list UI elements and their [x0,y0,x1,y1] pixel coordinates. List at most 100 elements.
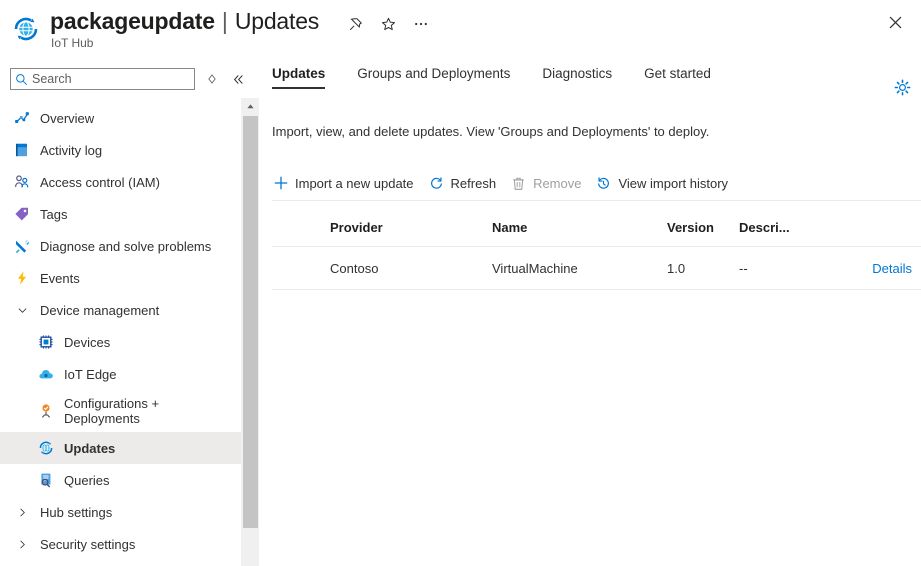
command-label: Refresh [451,176,497,191]
sidebar-item-label: Diagnose and solve problems [40,239,211,254]
sidebar-group-security-settings[interactable]: Security settings [0,528,241,560]
table-row[interactable]: Contoso VirtualMachine 1.0 -- Details [272,247,921,290]
search-icon [15,73,28,86]
tag-icon [14,206,30,222]
events-lightning-icon [14,270,30,286]
command-label: Import a new update [295,176,414,191]
sidebar-group-hub-settings[interactable]: Hub settings [0,496,241,528]
column-header-version[interactable]: Version [667,220,739,235]
sidebar-group-label: Hub settings [40,505,112,520]
column-header-description[interactable]: Descri... [739,220,823,235]
details-link[interactable]: Details [872,261,912,276]
nav-search-row [0,68,241,100]
devices-chip-icon [38,334,54,350]
nav-item-list: Overview Activity log Acc [0,102,241,566]
sidebar-item-devices[interactable]: Devices [0,326,241,358]
refresh-icon [428,175,445,192]
sidebar-item-label: Tags [40,207,67,222]
ellipsis-icon [413,16,429,32]
plus-icon [272,175,289,192]
chevron-double-left-icon [232,73,245,86]
sidebar-item-label: Activity log [40,143,102,158]
sidebar-item-label: Configurations + Deployments [64,396,204,426]
sidebar-item-access-control[interactable]: Access control (IAM) [0,166,241,198]
sidebar-item-label: Access control (IAM) [40,175,160,190]
nav-scroll-thumb[interactable] [243,116,258,528]
settings-gear-button[interactable] [892,77,912,97]
left-navigation-panel: Overview Activity log Acc [0,58,241,566]
sidebar-item-configurations-deployments[interactable]: Configurations + Deployments [0,390,241,432]
column-header-name[interactable]: Name [492,220,667,235]
nav-refresh-button[interactable] [203,70,221,88]
resource-type-label: IoT Hub [51,36,93,50]
sidebar-group-device-management[interactable]: Device management [0,294,241,326]
sidebar-item-iot-edge[interactable]: IoT Edge [0,358,241,390]
resource-name: packageupdate [50,8,215,35]
sidebar-item-overview[interactable]: Overview [0,102,241,134]
updates-globe-icon [38,440,54,456]
favorite-button[interactable] [375,11,401,37]
refresh-button[interactable]: Refresh [428,168,497,198]
history-clock-icon [595,175,612,192]
tab-bar: Updates Groups and Deployments Diagnosti… [272,66,743,96]
sidebar-item-diagnose-and-solve-problems[interactable]: Diagnose and solve problems [0,230,241,262]
scroll-up-arrow-icon[interactable] [242,98,259,115]
sidebar-group-label: Device management [40,303,159,318]
tab-updates[interactable]: Updates [272,66,325,89]
overview-icon [14,110,30,126]
close-blade-button[interactable] [881,8,909,36]
configurations-deployments-icon [38,403,54,419]
tab-label: Get started [644,66,711,81]
sidebar-item-activity-log[interactable]: Activity log [0,134,241,166]
cell-provider: Contoso [272,261,492,276]
gear-icon [894,79,911,96]
search-box[interactable] [10,68,195,90]
blade-name: Updates [235,8,319,35]
nav-refresh-icon [206,73,218,85]
tab-diagnostics[interactable]: Diagnostics [542,66,612,89]
device-update-globe-icon [10,13,42,45]
sidebar-item-label: Overview [40,111,94,126]
cell-description: -- [739,261,823,276]
pin-button[interactable] [342,11,368,37]
tab-get-started[interactable]: Get started [644,66,711,89]
sidebar-item-tags[interactable]: Tags [0,198,241,230]
remove-button: Remove [510,168,581,198]
more-options-button[interactable] [408,11,434,37]
search-input[interactable] [32,72,184,86]
tab-label: Groups and Deployments [357,66,510,81]
sidebar-item-updates[interactable]: Updates [0,432,241,464]
sidebar-item-label: IoT Edge [64,367,117,382]
tab-label: Updates [272,66,325,81]
sidebar-item-label: Updates [64,441,115,456]
iot-edge-cloud-icon [38,366,54,382]
column-header-provider[interactable]: Provider [272,220,492,235]
pin-icon [348,17,363,32]
tab-groups-and-deployments[interactable]: Groups and Deployments [357,66,510,89]
sidebar-item-queries[interactable]: Queries [0,464,241,496]
chevron-right-icon [14,536,30,552]
view-import-history-button[interactable]: View import history [595,168,728,198]
blade-description: Import, view, and delete updates. View '… [272,124,709,139]
sidebar-item-events[interactable]: Events [0,262,241,294]
cell-version: 1.0 [667,261,739,276]
command-label: Remove [533,176,581,191]
table-header-row: Provider Name Version Descri... [272,208,921,247]
title-separator: | [222,8,228,35]
main-content-pane: Updates Groups and Deployments Diagnosti… [259,58,921,566]
queries-icon [38,472,54,488]
import-a-new-update-button[interactable]: Import a new update [272,168,414,198]
activity-log-icon [14,142,30,158]
cell-name: VirtualMachine [492,261,667,276]
page-title: packageupdate | Updates [50,8,319,35]
sidebar-item-label: Events [40,271,80,286]
diagnose-icon [14,238,30,254]
sidebar-group-label: Security settings [40,537,135,552]
sidebar-item-label: Queries [64,473,110,488]
access-control-icon [14,174,30,190]
star-icon [381,17,396,32]
nav-scrollbar[interactable] [241,98,259,566]
tab-label: Diagnostics [542,66,612,81]
collapse-nav-button[interactable] [228,69,248,89]
command-bar: Import a new update Refresh Remove [272,166,921,201]
